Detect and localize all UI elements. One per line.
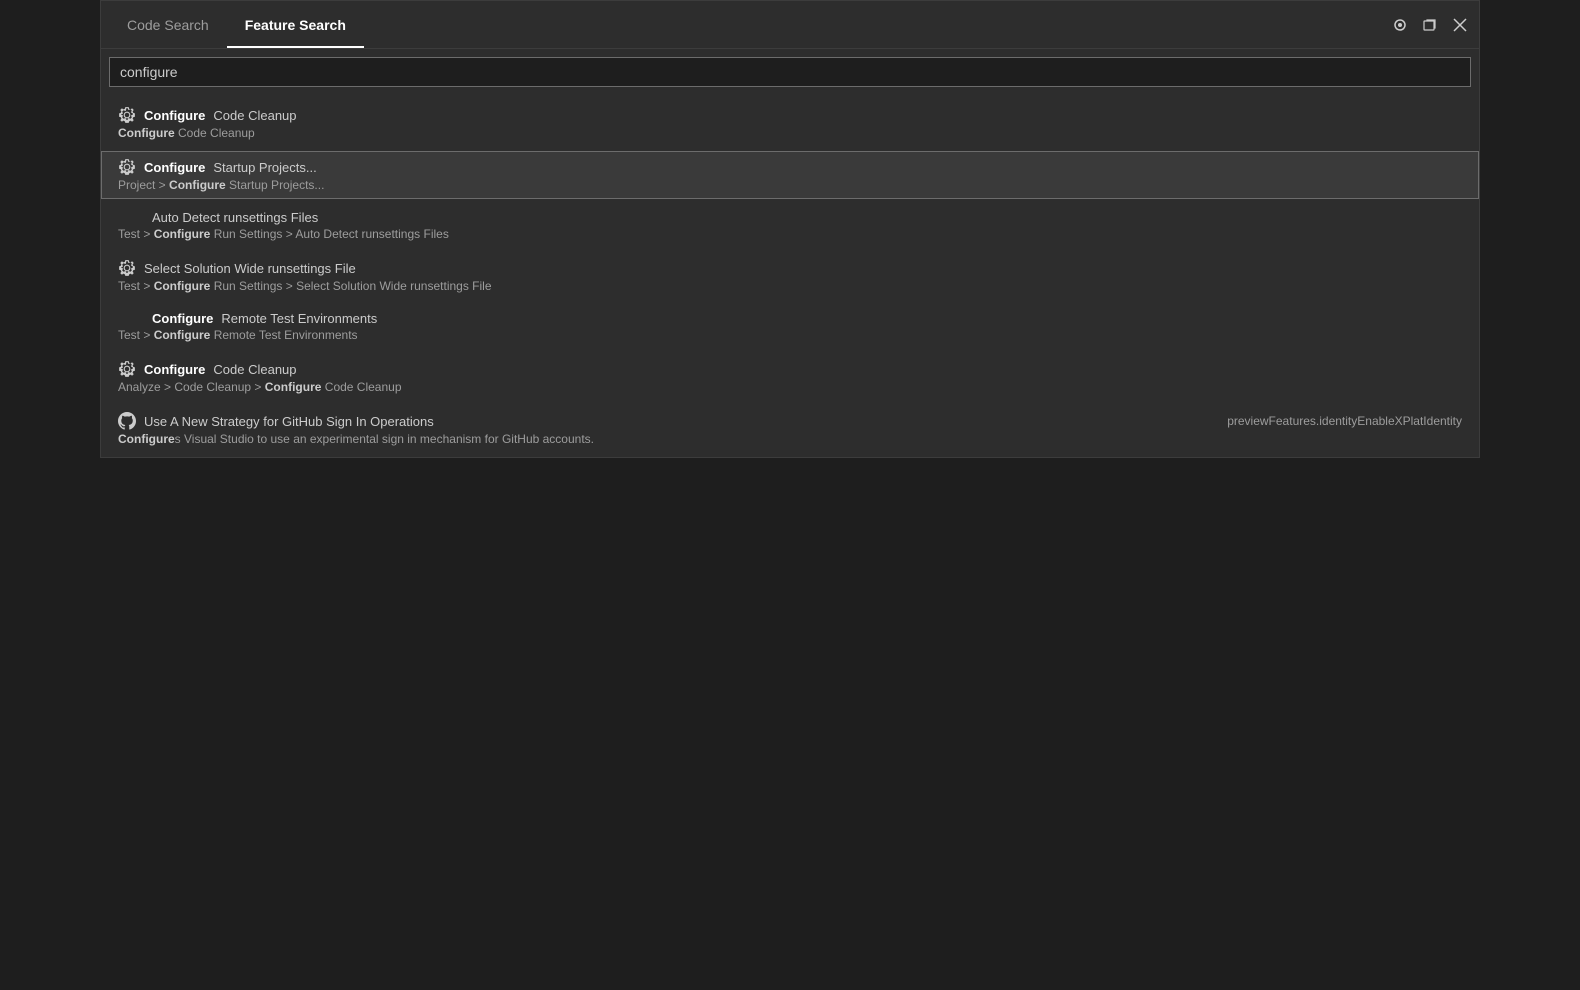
breadcrumb-text: Configure — [154, 279, 211, 293]
result-breadcrumb-3: Test > Configure Run Settings > Auto Det… — [118, 227, 1462, 241]
gear-icon — [118, 106, 136, 124]
result-title-3: Auto Detect runsettings Files — [118, 210, 1462, 225]
breadcrumb-text: Test > — [118, 279, 154, 293]
gear-icon — [118, 259, 136, 277]
result-title-7: Use A New Strategy for GitHub Sign In Op… — [118, 412, 1462, 430]
result-title-text: Select Solution Wide runsettings File — [144, 261, 356, 276]
gear-icon — [118, 360, 136, 378]
result-title-text: Configure — [152, 311, 213, 326]
result-title-text: Remote Test Environments — [221, 311, 377, 326]
result-breadcrumb-5: Test > Configure Remote Test Environment… — [118, 328, 1462, 342]
breadcrumb-text: Test > — [118, 227, 154, 241]
breadcrumb-text: Configure — [169, 178, 226, 192]
breadcrumb-text: Project > — [118, 178, 169, 192]
breadcrumb-text: Run Settings > Auto Detect runsettings F… — [210, 227, 448, 241]
preview-icon[interactable] — [1389, 14, 1411, 36]
expand-icon[interactable] — [1419, 14, 1441, 36]
breadcrumb-text: Configure — [118, 126, 175, 140]
result-title-5: Configure Remote Test Environments — [118, 311, 1462, 326]
github-icon — [118, 412, 136, 430]
breadcrumb-text: Configure — [265, 380, 322, 394]
result-title-text: Configure — [144, 362, 205, 377]
breadcrumb-text: Run Settings > Select Solution Wide runs… — [210, 279, 491, 293]
main-window: Code Search Feature Search — [100, 0, 1480, 458]
result-title-text: Code Cleanup — [213, 362, 296, 377]
result-title-text: Auto Detect runsettings Files — [152, 210, 318, 225]
breadcrumb-text: Analyze > Code Cleanup > — [118, 380, 265, 394]
result-item-7[interactable]: Use A New Strategy for GitHub Sign In Op… — [101, 405, 1479, 453]
tab-code-search[interactable]: Code Search — [109, 1, 227, 48]
result-title-text: Use A New Strategy for GitHub Sign In Op… — [144, 414, 434, 429]
result-breadcrumb-1: Configure Code Cleanup — [118, 126, 1462, 140]
result-item-1[interactable]: Configure Code CleanupConfigure Code Cle… — [101, 99, 1479, 147]
result-title-4: Select Solution Wide runsettings File — [118, 259, 1462, 277]
breadcrumb-text: Configure — [118, 432, 175, 446]
result-title-text: Configure — [144, 160, 205, 175]
search-input[interactable] — [109, 57, 1471, 87]
result-title-6: Configure Code Cleanup — [118, 360, 1462, 378]
result-title-text: Startup Projects... — [213, 160, 316, 175]
titlebar-icons — [1389, 14, 1471, 36]
result-item-4[interactable]: Select Solution Wide runsettings File Tes… — [101, 252, 1479, 300]
result-item-5[interactable]: Configure Remote Test EnvironmentsTest >… — [101, 304, 1479, 349]
breadcrumb-text: Test > — [118, 328, 154, 342]
result-item-3[interactable]: Auto Detect runsettings Files Test > Conf… — [101, 203, 1479, 248]
preview-tag: previewFeatures.identityEnableXPlatIdent… — [1227, 414, 1462, 428]
breadcrumb-text: Remote Test Environments — [210, 328, 357, 342]
result-title-text: Code Cleanup — [213, 108, 296, 123]
breadcrumb-text: Code Cleanup — [321, 380, 401, 394]
result-breadcrumb-2: Project > Configure Startup Projects... — [118, 178, 1462, 192]
result-item-2[interactable]: Configure Startup Projects...Project > C… — [101, 151, 1479, 199]
results-list: Configure Code CleanupConfigure Code Cle… — [101, 95, 1479, 457]
result-item-6[interactable]: Configure Code CleanupAnalyze > Code Cle… — [101, 353, 1479, 401]
close-icon[interactable] — [1449, 14, 1471, 36]
result-breadcrumb-7: Configures Visual Studio to use an exper… — [118, 432, 1462, 446]
result-title-1: Configure Code Cleanup — [118, 106, 1462, 124]
result-breadcrumb-4: Test > Configure Run Settings > Select S… — [118, 279, 1462, 293]
result-title-text: Configure — [144, 108, 205, 123]
breadcrumb-text: Code Cleanup — [175, 126, 255, 140]
breadcrumb-text: s Visual Studio to use an experimental s… — [175, 432, 594, 446]
result-breadcrumb-6: Analyze > Code Cleanup > Configure Code … — [118, 380, 1462, 394]
breadcrumb-text: Configure — [154, 328, 211, 342]
result-title-2: Configure Startup Projects... — [118, 158, 1462, 176]
breadcrumb-text: Startup Projects... — [226, 178, 325, 192]
gear-icon — [118, 158, 136, 176]
titlebar: Code Search Feature Search — [101, 1, 1479, 49]
breadcrumb-text: Configure — [154, 227, 211, 241]
tab-feature-search[interactable]: Feature Search — [227, 1, 364, 48]
